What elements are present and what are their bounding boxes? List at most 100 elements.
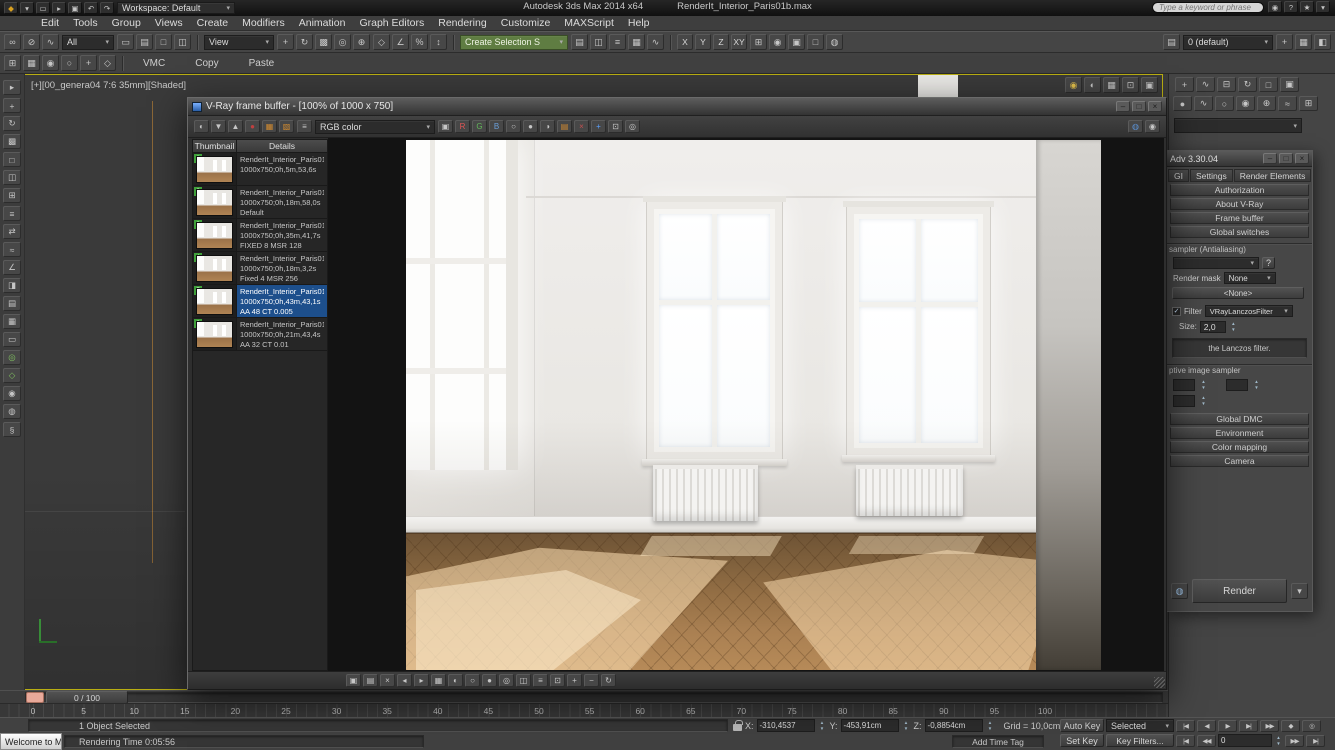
render-setup-titlebar[interactable]: Adv 3.30.04 – □ ×	[1167, 151, 1312, 167]
lights-icon[interactable]: ○	[1215, 96, 1234, 111]
y-spinner[interactable]	[902, 719, 911, 732]
sun-light-icon[interactable]: ◉	[1065, 77, 1082, 93]
go-to-end-icon[interactable]: ▶▶	[1260, 719, 1279, 732]
vfb-render-area[interactable]	[328, 138, 1164, 671]
systems-icon[interactable]: ◇	[99, 55, 116, 71]
menu-item[interactable]: MAXScript	[557, 16, 621, 30]
set-key-button[interactable]: Set Key	[1060, 734, 1104, 747]
key-filters-button[interactable]: Key Filters...	[1106, 734, 1174, 747]
current-frame-field[interactable]: 0	[1218, 734, 1272, 747]
menu-item[interactable]: Edit	[34, 16, 66, 30]
light-icon[interactable]: ○	[61, 55, 78, 71]
sign-in-icon[interactable]: ◉	[1268, 1, 1282, 13]
vfb-menu-icon[interactable]: ≡	[297, 120, 312, 133]
spacing-icon[interactable]: ≡	[3, 206, 21, 221]
zoom-out-icon[interactable]: −	[584, 674, 599, 687]
save-image-icon[interactable]: ▼	[211, 120, 226, 133]
key-selection-dropdown[interactable]: Selected	[1106, 719, 1174, 732]
angle-snap-icon[interactable]: ∠	[392, 34, 409, 50]
select-by-name-icon[interactable]: ▤	[136, 34, 153, 50]
clear-buffer-icon[interactable]: ×	[574, 120, 589, 133]
align-icon[interactable]: ≡	[609, 34, 626, 50]
axis-constraint-button[interactable]: X	[677, 34, 693, 50]
ribbon-icon[interactable]: ▦	[3, 314, 21, 329]
blue-channel-icon[interactable]: B	[489, 120, 504, 133]
utilities-tab-icon[interactable]: ▣	[1280, 77, 1299, 92]
bind-to-space-warp-icon[interactable]: ∿	[42, 34, 59, 50]
duplicate-to-host-icon[interactable]: ▦	[262, 120, 277, 133]
sampler-help-button[interactable]: ?	[1262, 257, 1275, 269]
rollout-header[interactable]: Authorization	[1170, 184, 1309, 196]
black-level-icon[interactable]: ●	[482, 674, 497, 687]
z-spinner[interactable]	[986, 719, 995, 732]
reset-view-icon[interactable]: ↻	[601, 674, 616, 687]
render-production-icon[interactable]: ◍	[1171, 583, 1188, 599]
menu-item[interactable]: Animation	[292, 16, 353, 30]
next-icon[interactable]: ▸	[414, 674, 429, 687]
helpers-icon[interactable]: ⊕	[1257, 96, 1276, 111]
render-frame-window-icon[interactable]: □	[807, 34, 824, 50]
vfb-channel-dropdown[interactable]: RGB color	[315, 119, 435, 134]
menu-item[interactable]: Group	[105, 16, 148, 30]
next-frame-icon[interactable]: ▶|	[1239, 719, 1258, 732]
max-subdivs-spinner[interactable]	[1252, 378, 1261, 391]
color-swatch-icon[interactable]: ▣	[438, 120, 453, 133]
key-mode-icon[interactable]: ◆	[1281, 719, 1300, 732]
render-button[interactable]: Render	[1192, 579, 1287, 603]
render-icon[interactable]: ◍	[3, 404, 21, 419]
axis-constraint-button[interactable]: Z	[713, 34, 729, 50]
filter-checkbox[interactable]	[1172, 306, 1181, 316]
rotate-icon[interactable]: ↻	[3, 116, 21, 131]
modify-tab-icon[interactable]: ∿	[1196, 77, 1215, 92]
white-level-icon[interactable]: ○	[506, 120, 521, 133]
history-row[interactable]: 4RenderIt_Interior_Paris011000x750;0h,18…	[193, 252, 327, 285]
workspace-dropdown[interactable]: Workspace: Default	[117, 2, 235, 14]
compare-icon[interactable]: ◫	[516, 674, 531, 687]
time-slider-track[interactable]	[25, 692, 1163, 703]
viewport-settings-icon[interactable]: ▣	[1141, 77, 1158, 93]
green-channel-icon[interactable]: G	[472, 120, 487, 133]
render-mode-arrow-icon[interactable]: ▾	[1291, 583, 1308, 599]
exposure-icon[interactable]: ◐	[448, 674, 463, 687]
max-subdivs-field[interactable]	[1226, 378, 1248, 391]
history-row[interactable]: 2RenderIt_Interior_Paris011000x750;0h,18…	[193, 186, 327, 219]
rollout-header[interactable]: Frame buffer	[1170, 212, 1309, 224]
min-subdivs-spinner[interactable]	[1199, 378, 1208, 391]
toolbar-text-button[interactable]: Copy	[181, 57, 232, 70]
mirror-icon[interactable]: ◫	[590, 34, 607, 50]
monochrome-icon[interactable]: ◑	[540, 120, 555, 133]
color-corrections-icon[interactable]: ◍	[1128, 120, 1143, 133]
script-icon[interactable]: §	[3, 422, 21, 437]
select-and-rotate-icon[interactable]: ↻	[296, 34, 313, 50]
previous-frame-icon[interactable]: ◀	[1197, 719, 1216, 732]
gpu-icon[interactable]: ⊡	[1122, 77, 1139, 93]
systems-icon[interactable]: ⊞	[1299, 96, 1318, 111]
rewind-icon[interactable]: ◀◀	[1197, 734, 1216, 747]
mirror-icon[interactable]: ◫	[3, 170, 21, 185]
display-performance-icon[interactable]: ▦	[1103, 77, 1120, 93]
render-setup-tab[interactable]: Settings	[1189, 169, 1233, 182]
new-scene-icon[interactable]: ▭	[36, 2, 50, 14]
white-balance-icon[interactable]: ○	[465, 674, 480, 687]
clone-icon[interactable]: ◨	[3, 278, 21, 293]
rollout-header[interactable]: Color mapping	[1170, 441, 1309, 453]
filter-dropdown[interactable]: VRayLanczosFilter	[1204, 305, 1293, 317]
select-icon[interactable]: ▸	[3, 80, 21, 95]
crop-icon[interactable]: ⊡	[550, 674, 565, 687]
shapes-icon[interactable]: ∿	[1194, 96, 1213, 111]
save-icon[interactable]: ▣	[346, 674, 361, 687]
history-row[interactable]: 1RenderIt_Interior_Paris011000x750;0h,5m…	[193, 153, 327, 186]
viewport-layout-icon[interactable]: ⊞	[4, 55, 21, 71]
scale-icon[interactable]: ▩	[3, 134, 21, 149]
display-tab-icon[interactable]: □	[1259, 77, 1278, 92]
add-layer-icon[interactable]: +	[1276, 34, 1293, 50]
histogram-icon[interactable]: ▦	[431, 674, 446, 687]
layer-properties-icon[interactable]: ▦	[1295, 34, 1312, 50]
history-column-thumbnail[interactable]: Thumbnail	[193, 140, 237, 152]
history-row[interactable]: 5RenderIt_Interior_Paris011000x750;0h,43…	[193, 285, 327, 318]
search-input[interactable]	[1152, 1, 1264, 13]
angle-icon[interactable]: ∠	[3, 260, 21, 275]
menu-item[interactable]: Help	[621, 16, 657, 30]
load-icon[interactable]: ▤	[363, 674, 378, 687]
axis-constraint-button[interactable]: XY	[731, 34, 747, 50]
